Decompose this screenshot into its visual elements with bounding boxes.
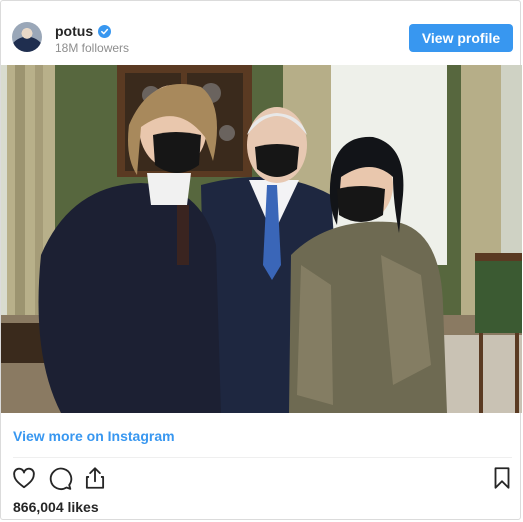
instagram-embed-card: potus 18M followers View profile View mo… [0,0,522,520]
avatar[interactable] [12,22,42,52]
like-count: 866,004 likes [13,499,99,515]
comment-icon[interactable] [47,465,73,491]
username-row: potus [55,23,112,39]
view-more-link[interactable]: View more on Instagram [13,428,175,444]
follower-count: 18M followers [55,41,130,55]
action-bar [1,463,520,493]
share-icon[interactable] [82,465,108,491]
post-photo-illustration [1,65,522,413]
post-photo[interactable] [1,65,522,413]
post-header: potus 18M followers View profile [1,1,520,65]
verified-badge-icon [98,24,112,38]
heart-icon[interactable] [11,465,37,491]
view-profile-button[interactable]: View profile [409,24,513,52]
bookmark-icon[interactable] [489,465,515,491]
divider [13,457,512,458]
username[interactable]: potus [55,23,93,39]
